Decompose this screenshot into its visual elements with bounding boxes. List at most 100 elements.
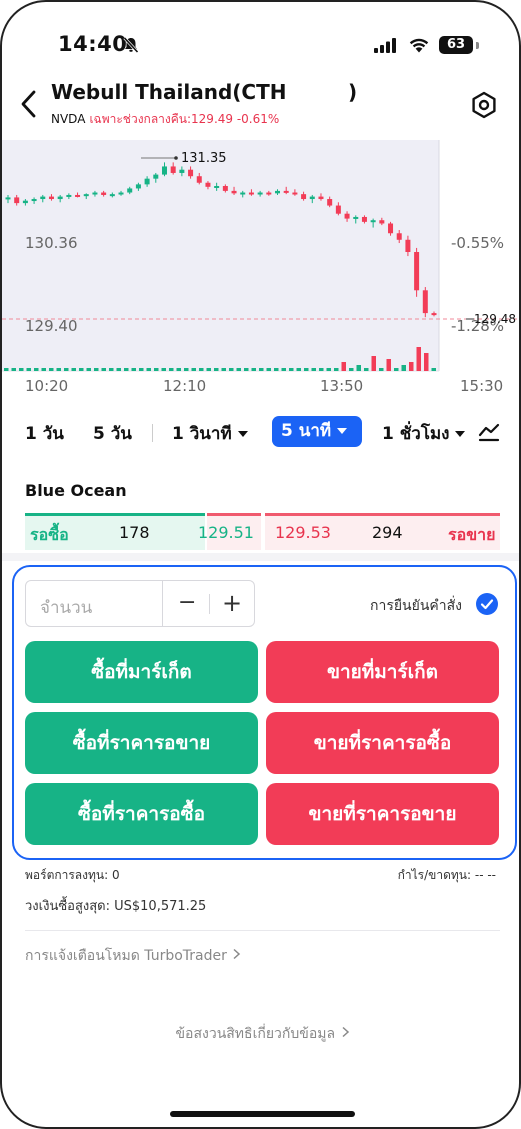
candle-body xyxy=(309,196,315,200)
volume-bar xyxy=(386,359,391,371)
quantity-placeholder[interactable]: จำนวน xyxy=(40,594,92,621)
candle-body xyxy=(214,186,220,188)
candle-body xyxy=(14,197,20,204)
volume-bar xyxy=(131,368,136,371)
buy-at-ask-button[interactable]: ซื้อที่ราคารอขาย xyxy=(25,712,258,774)
tab-5-minute-label: 5 นาที xyxy=(281,421,332,441)
sell-market-button[interactable]: ขายที่มาร์เก็ต xyxy=(266,641,499,703)
chevron-right-icon xyxy=(340,1026,350,1042)
candle-body xyxy=(144,178,150,185)
candle-body xyxy=(222,186,228,191)
sell-at-ask-button[interactable]: ขายที่ราคารอขาย xyxy=(266,783,499,845)
volume-bar xyxy=(289,368,294,371)
volume-bar xyxy=(409,362,414,371)
candle-body xyxy=(118,192,124,195)
volume-bar xyxy=(296,368,301,371)
back-chevron-icon[interactable] xyxy=(20,90,38,122)
tab-1-second-label: 1 วินาที xyxy=(172,424,232,444)
tab-5-minute[interactable]: 5 นาที xyxy=(272,416,362,447)
page-title-close: ) xyxy=(348,80,358,104)
volume-bar xyxy=(161,368,166,371)
candle-body xyxy=(153,174,159,179)
buy-market-button[interactable]: ซื้อที่มาร์เก็ต xyxy=(25,641,258,703)
settings-hexagon-icon[interactable] xyxy=(470,91,498,123)
candle-body xyxy=(127,188,133,193)
tab-5-day[interactable]: 5 วัน xyxy=(93,420,132,447)
chart-indicator-icon[interactable] xyxy=(478,421,500,447)
last-price-label: 129.48 xyxy=(474,312,516,326)
decrement-button[interactable]: − xyxy=(178,590,196,615)
volume-bar xyxy=(41,368,46,371)
candle-body xyxy=(388,223,394,234)
tab-divider xyxy=(152,424,153,442)
bid-label: รอซื้อ xyxy=(30,525,69,544)
candle-body xyxy=(335,205,341,214)
bid-size: 178 xyxy=(119,523,150,542)
phone-screen: 14:40 63 Webull Thailand(CTH) NVDA เฉพา… xyxy=(0,0,521,1129)
candle-body xyxy=(344,213,350,219)
bar-gap xyxy=(261,513,265,550)
divider xyxy=(25,930,500,931)
mute-bell-icon xyxy=(122,36,140,58)
bid-price[interactable]: 129.51 xyxy=(198,523,254,542)
volume-bar xyxy=(191,368,196,371)
tab-1-second[interactable]: 1 วินาที xyxy=(172,420,248,447)
volume-bar xyxy=(19,368,24,371)
pnl-info: กำไร/ขาดทุน: -- -- xyxy=(397,868,496,882)
tab-1-day[interactable]: 1 วัน xyxy=(25,420,64,447)
ask-size: 294 xyxy=(372,523,403,542)
disclaimer-label: ข้อสงวนสิทธิเกี่ยวกับข้อมูล xyxy=(175,1026,336,1042)
turbotrader-label: การแจ้งเตือนโหมด TurboTrader xyxy=(25,948,227,964)
candle-body xyxy=(353,216,359,219)
volume-bar xyxy=(416,347,421,371)
candle-body xyxy=(66,194,72,197)
home-indicator[interactable] xyxy=(170,1111,355,1117)
ask-price[interactable]: 129.53 xyxy=(275,523,331,542)
tab-1-hour[interactable]: 1 ชั่วโมง xyxy=(382,420,466,447)
data-disclaimer-link[interactable]: ข้อสงวนสิทธิเกี่ยวกับข้อมูล xyxy=(2,1023,519,1045)
candle-body xyxy=(83,194,89,197)
volume-bar xyxy=(146,368,151,371)
candle-body xyxy=(379,220,385,224)
candle-body xyxy=(5,197,11,200)
checkmark-circle-icon[interactable] xyxy=(476,593,498,615)
candle-body xyxy=(431,313,437,316)
candle-body xyxy=(22,200,28,204)
caret-down-icon xyxy=(337,428,348,434)
candle-body xyxy=(422,290,428,314)
volume-bar xyxy=(184,368,189,371)
candle-body xyxy=(301,194,307,200)
volume-bar xyxy=(11,368,16,371)
exchange-title: Blue Ocean xyxy=(25,481,127,500)
volume-bar xyxy=(401,365,406,371)
buy-at-bid-button[interactable]: ซื้อที่ราคารอซื้อ xyxy=(25,783,258,845)
caret-down-icon xyxy=(455,431,466,437)
y-label-right-1: -0.55% xyxy=(451,234,504,252)
candle-body xyxy=(92,192,98,195)
sell-at-bid-button[interactable]: ขายที่ราคารอซื้อ xyxy=(266,712,499,774)
turbotrader-link[interactable]: การแจ้งเตือนโหมด TurboTrader xyxy=(25,945,241,967)
volume-bar xyxy=(236,368,241,371)
volume-bar xyxy=(311,368,316,371)
volume-bar xyxy=(169,368,174,371)
volume-bar xyxy=(206,368,211,371)
candle-body xyxy=(161,166,167,175)
night-quote: เฉพาะช่วงกลางคืน:129.49 -0.61% xyxy=(89,112,280,126)
candle-body xyxy=(283,190,289,193)
increment-button[interactable]: + xyxy=(222,589,242,617)
candle-body xyxy=(370,220,376,223)
volume-bar xyxy=(341,362,346,371)
volume-bar xyxy=(34,368,39,371)
candle-body xyxy=(266,192,272,195)
candle-body xyxy=(240,192,246,195)
candle-body xyxy=(405,239,411,252)
x-label-1: 10:20 xyxy=(25,377,68,395)
volume-bar xyxy=(334,368,339,371)
volume-bar xyxy=(199,368,204,371)
volume-bar xyxy=(281,368,286,371)
candle-body xyxy=(179,169,185,173)
candle-body xyxy=(318,196,324,200)
price-chart[interactable]: 131.35 130.36 129.40 -0.55% -1.28% 129.4… xyxy=(2,140,521,402)
volume-bar xyxy=(116,368,121,371)
volume-bar xyxy=(64,368,69,371)
